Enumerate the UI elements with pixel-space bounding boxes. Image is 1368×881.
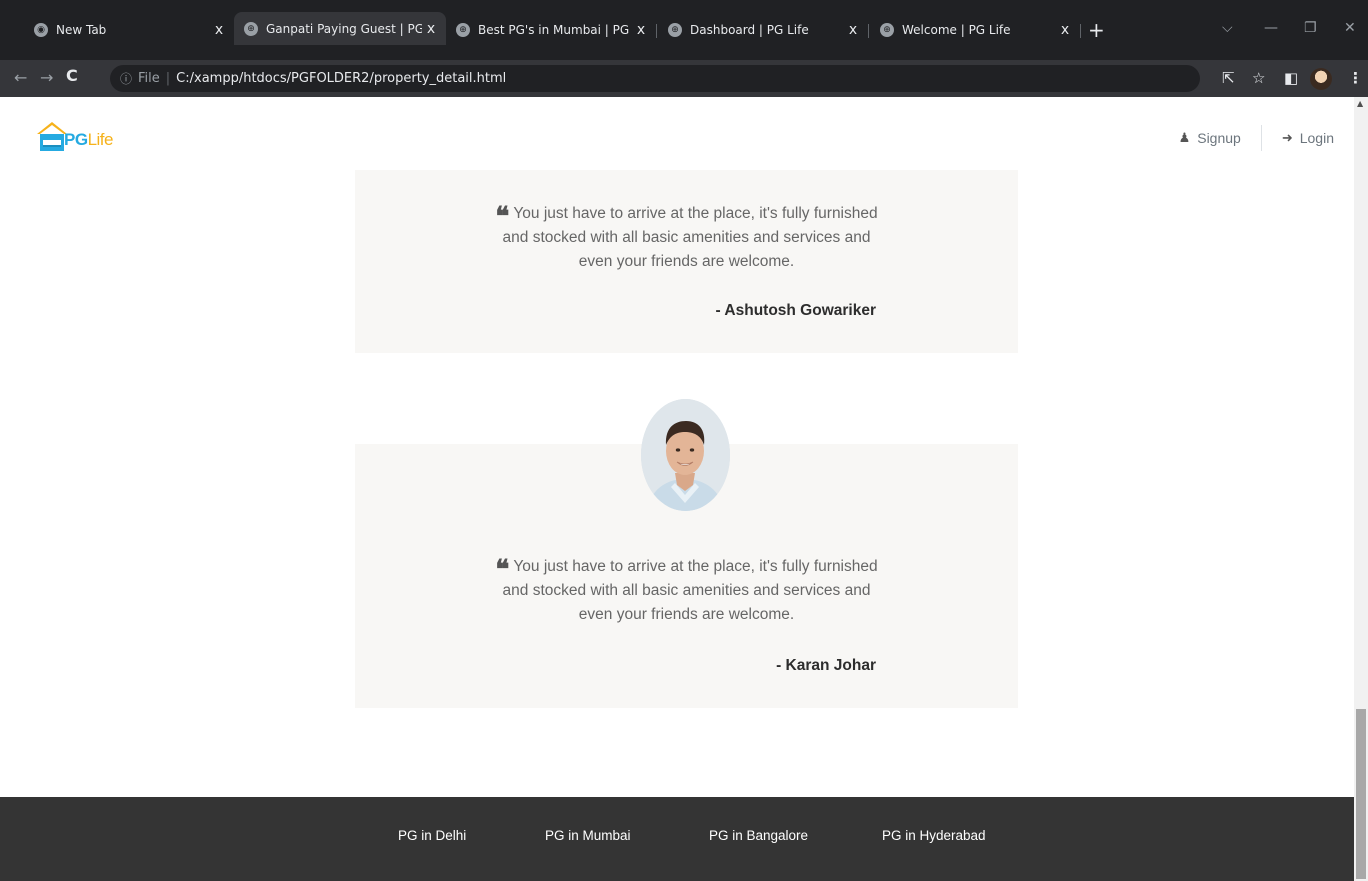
quote-line: and stocked with all basic amenities and… bbox=[502, 229, 871, 246]
quote-line: even your friends are welcome. bbox=[578, 606, 795, 623]
tab-close-icon[interactable]: x bbox=[844, 22, 862, 38]
tab-title: Welcome | PG Life bbox=[902, 23, 1011, 37]
person-photo-icon bbox=[641, 399, 730, 511]
info-icon[interactable]: ⓘ bbox=[120, 70, 132, 87]
bookmark-star-icon[interactable]: ☆ bbox=[1252, 69, 1265, 87]
quote-line: You just have to arrive at the place, it… bbox=[513, 205, 878, 222]
logo-text: PGLife bbox=[64, 130, 113, 150]
window-close-icon[interactable]: ✕ bbox=[1344, 20, 1356, 36]
user-icon: ♟ bbox=[1178, 130, 1191, 145]
tab-close-icon[interactable]: x bbox=[1056, 22, 1074, 38]
page-viewport: PGLife ♟ Signup ➜ Login ❝ You just have t… bbox=[0, 97, 1368, 881]
browser-toolbar: ← → C ⓘ File | C:/xampp/htdocs/PGFOLDER2… bbox=[0, 60, 1368, 97]
menu-kebab-icon[interactable]: ⋮ bbox=[1348, 69, 1363, 87]
chrome-icon: ◉ bbox=[34, 23, 48, 37]
side-panel-icon[interactable]: ◧ bbox=[1284, 69, 1298, 87]
tab-separator bbox=[656, 24, 657, 38]
restore-icon[interactable]: ❐ bbox=[1304, 20, 1317, 36]
logo-pg: PG bbox=[64, 130, 88, 149]
scrollbar-thumb[interactable] bbox=[1356, 709, 1366, 879]
testimonial-card: ❝ You just have to arrive at the place, i… bbox=[355, 170, 1018, 353]
testimonial-portrait bbox=[641, 399, 730, 511]
login-label: Login bbox=[1299, 130, 1334, 146]
testimonial-quote: ❝ You just have to arrive at the place, i… bbox=[355, 555, 1018, 627]
tab-close-icon[interactable]: x bbox=[210, 22, 228, 38]
footer-link-bangalore[interactable]: PG in Bangalore bbox=[709, 828, 808, 843]
page-scrollbar[interactable]: ▲ bbox=[1354, 97, 1368, 881]
globe-icon: ⊕ bbox=[880, 23, 894, 37]
tab-search-icon[interactable]: ⌵ bbox=[1222, 20, 1233, 36]
reload-icon[interactable]: C bbox=[66, 66, 78, 85]
scroll-up-icon[interactable]: ▲ bbox=[1357, 99, 1363, 108]
back-icon[interactable]: ← bbox=[14, 68, 27, 87]
tab-separator bbox=[868, 24, 869, 38]
pglife-logo[interactable]: PGLife bbox=[35, 119, 125, 155]
share-icon[interactable]: ⇱ bbox=[1222, 69, 1235, 87]
tab-separator bbox=[1080, 24, 1081, 38]
header-nav: ♟ Signup ➜ Login bbox=[1179, 125, 1334, 151]
tab-title: Ganpati Paying Guest | PG Life bbox=[266, 21, 422, 36]
quote-line: You just have to arrive at the place, it… bbox=[513, 558, 878, 575]
logo-life: Life bbox=[87, 130, 114, 149]
quote-line: and stocked with all basic amenities and… bbox=[502, 582, 871, 599]
minimize-icon[interactable]: — bbox=[1264, 20, 1278, 36]
browser-tab-strip: ◉ New Tab x ⊕ Ganpati Paying Guest | PG … bbox=[0, 0, 1368, 60]
footer-link-delhi[interactable]: PG in Delhi bbox=[398, 828, 466, 843]
footer-link-hyderabad[interactable]: PG in Hyderabad bbox=[882, 828, 986, 843]
tab-close-icon[interactable]: x bbox=[422, 21, 440, 37]
footer-link-mumbai[interactable]: PG in Mumbai bbox=[545, 828, 631, 843]
tab-welcome[interactable]: ⊕ Welcome | PG Life x bbox=[870, 15, 1080, 45]
footer: PG in Delhi PG in Mumbai PG in Bangalore… bbox=[0, 797, 1354, 881]
nav-divider bbox=[1260, 125, 1262, 151]
globe-icon: ⊕ bbox=[456, 23, 470, 37]
globe-icon: ⊕ bbox=[668, 23, 682, 37]
testimonial-author: - Karan Johar bbox=[776, 657, 876, 674]
tab-dashboard[interactable]: ⊕ Dashboard | PG Life x bbox=[658, 15, 868, 45]
testimonial-author: - Ashutosh Gowariker bbox=[715, 302, 876, 319]
tab-best-pgs-mumbai[interactable]: ⊕ Best PG's in Mumbai | PG Life x bbox=[446, 15, 656, 45]
scheme-label: File bbox=[138, 71, 160, 86]
quote-line: even your friends are welcome. bbox=[578, 253, 795, 270]
tab-title: New Tab bbox=[56, 23, 107, 37]
login-link[interactable]: ➜ Login bbox=[1282, 130, 1334, 146]
signup-link[interactable]: ♟ Signup bbox=[1179, 130, 1241, 146]
tab-close-icon[interactable]: x bbox=[632, 22, 650, 38]
new-tab-button[interactable]: + bbox=[1088, 20, 1105, 40]
scheme-separator: | bbox=[165, 71, 171, 86]
forward-icon[interactable]: → bbox=[40, 68, 53, 87]
tab-ganpati-paying-guest[interactable]: ⊕ Ganpati Paying Guest | PG Life x bbox=[234, 12, 446, 45]
tab-new-tab[interactable]: ◉ New Tab x bbox=[24, 15, 234, 45]
globe-icon: ⊕ bbox=[244, 21, 258, 36]
profile-avatar[interactable] bbox=[1310, 68, 1332, 90]
tab-title: Best PG's in Mumbai | PG Life bbox=[478, 23, 632, 37]
signup-label: Signup bbox=[1197, 130, 1241, 146]
sign-in-icon: ➜ bbox=[1281, 130, 1293, 145]
tab-title: Dashboard | PG Life bbox=[690, 23, 809, 37]
testimonial-quote: ❝ You just have to arrive at the place, i… bbox=[355, 202, 1018, 274]
address-bar[interactable]: ⓘ File | C:/xampp/htdocs/PGFOLDER2/prope… bbox=[110, 65, 1200, 92]
url-text[interactable]: C:/xampp/htdocs/PGFOLDER2/property_detai… bbox=[176, 71, 506, 86]
